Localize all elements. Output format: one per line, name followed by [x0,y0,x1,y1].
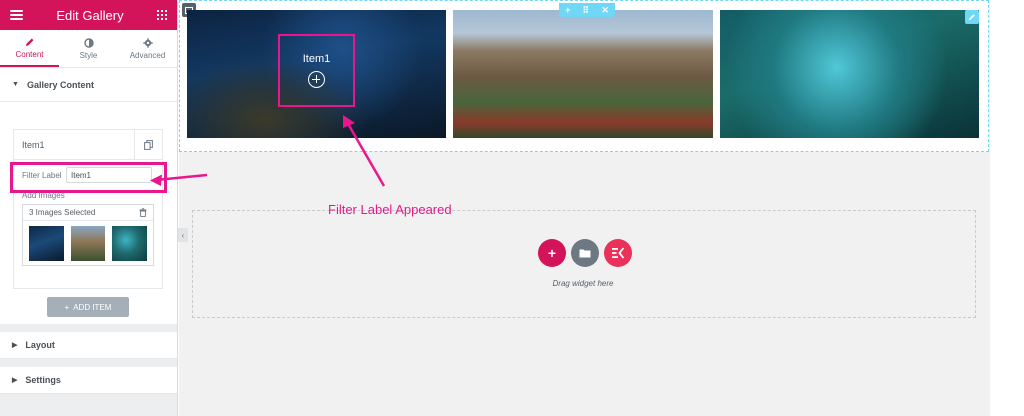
elementskit-logo-icon [612,247,625,259]
add-template-button[interactable] [571,239,599,267]
images-selected-count: 3 Images Selected [29,208,96,217]
chevron-left-icon: ‹ [181,230,185,240]
add-item-button[interactable]: + ADD ITEM [47,297,129,317]
plus-icon: + [64,302,70,312]
drag-widget-hint: Drag widget here [552,279,614,288]
hamburger-menu-icon[interactable] [10,10,23,20]
plus-icon: + [547,245,557,261]
repeater-item-title: Item1 [22,139,45,150]
gallery-image-mountain-valley[interactable] [453,10,713,138]
gallery-image-butterflies[interactable] [720,10,979,138]
image-thumbnail[interactable] [29,226,64,261]
filter-label-row: Filter Label Item1 [14,160,162,190]
images-box-header: 3 Images Selected [23,205,153,221]
tab-style[interactable]: Style [59,30,118,67]
pencil-icon [25,38,33,46]
filter-label-caption: Filter Label [22,170,62,180]
close-icon[interactable]: ✕ [601,5,609,16]
gear-icon [142,37,153,48]
panel-header: Edit Gallery [0,0,177,30]
half-circle-icon [83,37,94,48]
panel-divider [0,324,177,332]
caret-right-icon: ▶ [12,342,18,349]
section-layout-label: Layout [25,340,55,350]
gallery-item-hover-overlay[interactable]: Item1 [278,34,355,107]
section-settings-label: Settings [25,375,61,385]
filter-label-input[interactable]: Item1 [66,167,152,183]
section-settings[interactable]: ▶ Settings [0,367,177,394]
add-section-icon[interactable]: + [565,5,570,15]
panel-tabs: Content Style Advanced [0,30,177,68]
editor-panel: Edit Gallery Content Style Advanced ▼ Ga… [0,0,178,416]
section-controls: + ⠿ ✕ [559,3,615,17]
pencil-icon [968,14,975,21]
image-thumbnail[interactable] [70,226,106,261]
image-thumbnails [23,221,153,266]
section-gallery-content-label: Gallery Content [26,79,94,90]
section-layout[interactable]: ▶ Layout [0,332,177,359]
widgets-grid-icon[interactable] [156,10,167,20]
repeater-item: Item1 Filter Label Item1 Add Images 3 Im… [13,129,163,289]
tab-advanced-label: Advanced [129,50,166,60]
tab-style-label: Style [79,50,98,60]
copy-icon [144,139,153,150]
panel-divider [0,359,177,367]
folder-icon [579,249,591,258]
image-thumbnail[interactable] [112,226,148,261]
drop-area-buttons: + [538,239,632,267]
drag-handle-icon[interactable]: ⠿ [583,5,590,16]
section-gallery-content[interactable]: ▼ Gallery Content [0,68,177,102]
add-item-label: ADD ITEM [73,302,112,312]
repeater-item-header[interactable]: Item1 [14,129,162,160]
trash-icon[interactable] [139,208,147,217]
editor-root: Edit Gallery Content Style Advanced ▼ Ga… [0,0,1024,416]
add-images-caption: Add Images [22,191,65,200]
caret-down-icon: ▼ [12,81,19,88]
edit-widget-button[interactable] [965,10,979,24]
tab-advanced[interactable]: Advanced [118,30,177,67]
add-new-section-button[interactable]: + [538,239,566,267]
tab-content-label: Content [15,49,44,59]
gallery-content-body: Item1 Filter Label Item1 Add Images 3 Im… [0,102,177,324]
panel-title: Edit Gallery [56,7,124,23]
hover-item-label: Item1 [302,53,331,65]
plus-circle-icon [308,71,325,88]
images-box[interactable]: 3 Images Selected [22,204,154,266]
duplicate-button[interactable] [134,129,162,160]
annotation-caption: Filter Label Appeared [328,202,452,217]
elementskit-library-button[interactable] [604,239,632,267]
caret-right-icon: ▶ [12,377,18,384]
tab-content[interactable]: Content [0,30,59,67]
collapse-panel-toggle[interactable]: ‹ [178,228,188,242]
page-margin [990,0,1024,416]
